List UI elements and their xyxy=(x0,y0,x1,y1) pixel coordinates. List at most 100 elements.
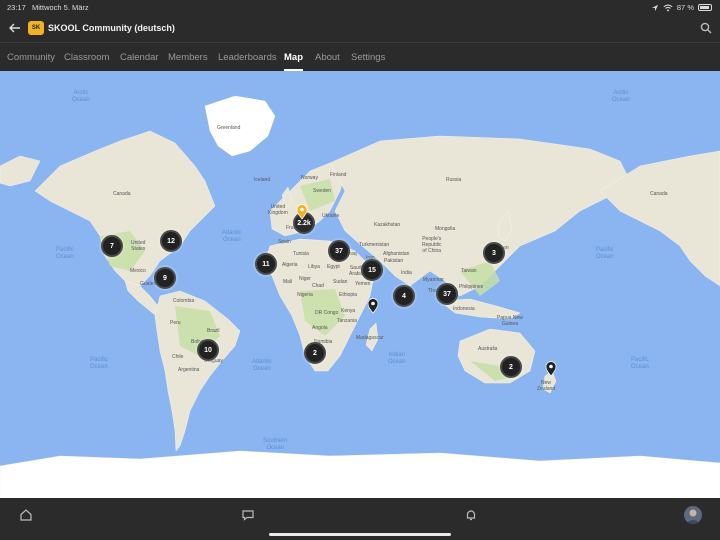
country-label: Philippines xyxy=(459,284,484,290)
country-label: Peru xyxy=(170,320,181,326)
tab-settings[interactable]: Settings xyxy=(351,52,385,63)
ocean-label-pacific: Pacific Ocean xyxy=(56,247,74,260)
country-label: Chile xyxy=(172,354,184,360)
world-map[interactable]: Arctic Ocean Arctic Ocean Pacific Ocean Pac… xyxy=(0,71,720,498)
ocean-label-pacific-south: Pacific Ocean xyxy=(90,357,108,370)
country-label: Niger xyxy=(299,276,311,282)
map-cluster[interactable]: 7 xyxy=(101,235,123,257)
country-label: Tunisia xyxy=(293,251,309,257)
location-icon xyxy=(651,4,659,11)
community-logo: SK xyxy=(28,21,44,35)
page-title: SKOOL Community (deutsch) xyxy=(48,23,175,33)
status-right: 87 % xyxy=(651,3,712,12)
avatar-icon xyxy=(686,509,700,524)
country-label: Canada xyxy=(650,191,668,197)
map-pin-icon[interactable] xyxy=(367,298,379,314)
ocean-label-pacific-south-right: Pacific Ocean xyxy=(631,357,649,370)
country-label: Mongolia xyxy=(435,226,456,232)
country-label: People's Republic of China xyxy=(422,236,442,254)
map-cluster[interactable]: 2 xyxy=(500,356,522,378)
ocean-label-arctic: Arctic Ocean xyxy=(72,90,90,103)
ocean-label-arctic-right: Arctic Ocean xyxy=(612,90,630,103)
map-cluster[interactable]: 37 xyxy=(436,283,458,305)
country-label: Myanmar xyxy=(423,277,444,283)
country-label: Mali xyxy=(283,279,293,285)
ocean-label-indian: Indian Ocean xyxy=(388,352,406,365)
country-label: Sweden xyxy=(313,188,332,194)
country-label: Norway xyxy=(301,175,318,181)
country-label: Turkmenistan xyxy=(359,242,390,248)
map-cluster[interactable]: 9 xyxy=(154,267,176,289)
country-label: United Kingdom xyxy=(268,204,288,216)
search-icon[interactable] xyxy=(700,22,712,34)
battery-icon xyxy=(698,4,712,11)
map-cluster[interactable]: 4 xyxy=(393,285,415,307)
map-cluster[interactable]: 10 xyxy=(197,339,219,361)
country-label: India xyxy=(401,270,412,276)
country-label: New Zealand xyxy=(537,380,556,392)
country-label: Yemen xyxy=(355,281,371,287)
country-label: Kenya xyxy=(341,308,356,314)
map-pin-icon[interactable] xyxy=(545,361,557,377)
country-label: Madagascar xyxy=(356,335,384,341)
tab-map[interactable]: Map xyxy=(284,52,303,71)
country-label: Mexico xyxy=(130,268,146,274)
country-label: Pakistan xyxy=(384,258,404,264)
arrow-left-icon[interactable] xyxy=(8,21,22,35)
ocean-label-pacific-right: Pacific Ocean xyxy=(596,247,614,260)
country-label: Kazakhstan xyxy=(374,222,401,228)
country-label: Australia xyxy=(478,346,498,352)
country-label: United States xyxy=(131,240,146,252)
country-label: Russia xyxy=(446,177,462,183)
map-cluster[interactable]: 37 xyxy=(328,240,350,262)
battery-percent: 87 % xyxy=(676,3,694,12)
map-cluster[interactable]: 2 xyxy=(304,342,326,364)
country-label: Ethiopia xyxy=(339,292,358,298)
tab-leaderboards[interactable]: Leaderboards xyxy=(218,52,277,63)
app-header: SK SKOOL Community (deutsch) xyxy=(0,14,720,42)
home-location-pin-icon[interactable] xyxy=(296,204,308,220)
tab-calendar[interactable]: Calendar xyxy=(120,52,159,63)
country-label: Tanzania xyxy=(337,318,358,324)
logo-text: SK xyxy=(31,25,41,31)
country-label: Nigeria xyxy=(297,292,313,298)
country-label: Colombia xyxy=(173,298,195,304)
map-cluster[interactable]: 15 xyxy=(361,259,383,281)
country-label: Papua New Guinea xyxy=(497,315,523,327)
ocean-label-atlantic-south: Atlantic Ocean xyxy=(252,359,272,372)
status-bar: 23:17 Mittwoch 5. März 87 % xyxy=(0,0,720,14)
country-label: Taiwan xyxy=(461,268,477,274)
country-label: Chad xyxy=(312,283,324,289)
tab-members[interactable]: Members xyxy=(168,52,208,63)
country-label: Iceland xyxy=(254,177,271,183)
map-cluster[interactable]: 3 xyxy=(483,242,505,264)
country-label: Libya xyxy=(308,264,320,270)
country-label: Afghanistan xyxy=(383,251,410,257)
country-label: Greenland xyxy=(217,125,241,131)
country-label: Brazil xyxy=(207,328,220,334)
tab-about[interactable]: About xyxy=(315,52,340,63)
country-label: DR Congo xyxy=(315,310,339,316)
country-label: Spain xyxy=(278,239,291,245)
country-label: Ukraine xyxy=(322,213,340,219)
country-label: Angola xyxy=(312,325,328,331)
country-label: Algeria xyxy=(282,262,298,268)
tab-classroom[interactable]: Classroom xyxy=(64,52,109,63)
country-label: Egypt xyxy=(327,264,340,270)
tab-community[interactable]: Community xyxy=(7,52,55,63)
country-label: Argentina xyxy=(178,367,200,373)
avatar[interactable] xyxy=(684,506,702,524)
country-label: Indonesia xyxy=(453,306,475,312)
bell-icon[interactable] xyxy=(464,508,478,522)
map-cluster[interactable]: 12 xyxy=(160,230,182,252)
home-icon[interactable] xyxy=(19,508,33,522)
home-indicator[interactable] xyxy=(269,533,451,536)
country-label: Finland xyxy=(330,172,347,178)
wifi-icon xyxy=(663,4,673,11)
tab-bar: Community Classroom Calendar Members Lea… xyxy=(0,42,720,71)
status-date: Mittwoch 5. März xyxy=(32,3,89,12)
status-time: 23:17 xyxy=(7,3,26,12)
ocean-label-southern: Southern Ocean xyxy=(263,438,288,451)
map-cluster[interactable]: 11 xyxy=(255,253,277,275)
chat-icon[interactable] xyxy=(241,508,255,522)
